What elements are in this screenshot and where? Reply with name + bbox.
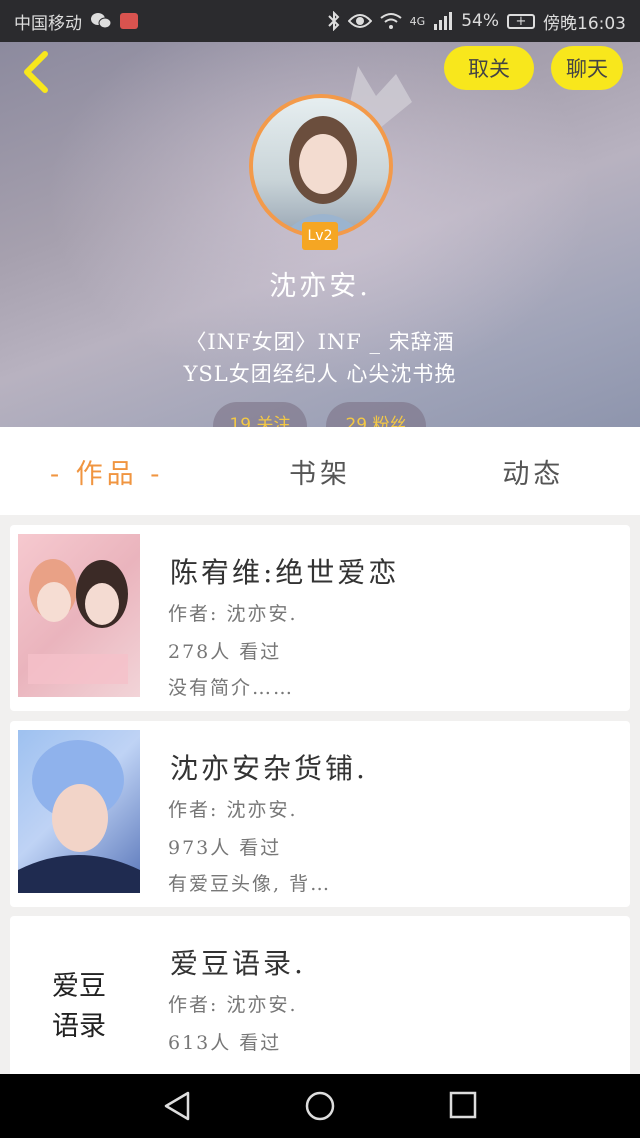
- battery-icon: +: [507, 13, 535, 29]
- tab-works[interactable]: - 作品 -: [0, 427, 213, 515]
- book-card[interactable]: 爱豆 语录 爱豆语录. 作者: 沈亦安. 613人 看过: [10, 916, 630, 1088]
- following-count[interactable]: 19 关注: [213, 402, 307, 427]
- book-description: 没有简介……: [168, 677, 295, 699]
- nickname: 沈亦安.: [269, 271, 371, 302]
- avatar-image: [283, 116, 363, 234]
- book-card[interactable]: 沈亦安杂货铺. 作者: 沈亦安. 973人 看过 有爱豆头像, 背…: [10, 721, 630, 907]
- mail-icon: [120, 13, 138, 29]
- book-title: 沈亦安杂货铺.: [170, 752, 368, 785]
- book-views: 613人 看过: [168, 1032, 282, 1054]
- nav-back-icon[interactable]: [162, 1090, 192, 1122]
- book-author: 作者: 沈亦安.: [168, 799, 298, 821]
- nav-recents-icon[interactable]: [448, 1090, 478, 1120]
- unfollow-button[interactable]: 取关: [444, 46, 534, 90]
- book-card[interactable]: 陈宥维:绝世爱恋 作者: 沈亦安. 278人 看过 没有简介……: [10, 525, 630, 711]
- bluetooth-icon: [327, 11, 340, 31]
- signal-icon: [433, 12, 453, 30]
- network-type: 4G: [409, 14, 426, 28]
- book-author: 作者: 沈亦安.: [168, 603, 298, 625]
- tab-activity[interactable]: 动态: [427, 427, 640, 515]
- nav-home-icon[interactable]: [304, 1090, 336, 1122]
- tab-bookshelf[interactable]: 书架: [213, 427, 426, 515]
- book-views: 278人 看过: [168, 641, 282, 663]
- bio-line-2: YSL女团经纪人 心尖沈书挽: [183, 362, 457, 386]
- back-button[interactable]: [14, 50, 58, 94]
- chat-button[interactable]: 聊天: [551, 46, 623, 90]
- book-cover: [18, 534, 140, 697]
- battery-percent: 54%: [461, 11, 499, 31]
- profile-tabs: - 作品 - 书架 动态: [0, 427, 640, 515]
- wechat-icon: [90, 12, 112, 30]
- cover-text-line-1: 爱豆: [52, 970, 106, 1002]
- carrier-label: 中国移动: [14, 13, 82, 34]
- book-cover: 爱豆 语录: [18, 925, 140, 1088]
- profile-header: 取关 聊天 Lv2 沈亦安. 〈INF女团〉INF _ 宋辞酒 YSL女团经纪人…: [0, 42, 640, 427]
- system-nav-bar: [0, 1074, 640, 1138]
- level-badge: Lv2: [302, 222, 338, 250]
- bio-line-1: 〈INF女团〉INF _ 宋辞酒: [185, 330, 455, 354]
- cover-text-line-2: 语录: [52, 1010, 106, 1042]
- book-views: 973人 看过: [168, 837, 282, 859]
- wifi-icon: [380, 12, 402, 30]
- eye-comfort-icon: [347, 13, 372, 29]
- fans-count[interactable]: 29 粉丝: [326, 402, 426, 427]
- book-author: 作者: 沈亦安.: [168, 994, 298, 1016]
- book-title: 陈宥维:绝世爱恋: [170, 556, 400, 589]
- book-description: 有爱豆头像, 背…: [168, 873, 332, 895]
- status-bar: 中国移动 4G 54% + 傍晚16:03: [0, 0, 640, 42]
- chevron-left-icon: [24, 51, 48, 93]
- avatar[interactable]: [249, 94, 393, 238]
- book-cover: [18, 730, 140, 893]
- book-title: 爱豆语录.: [170, 947, 306, 980]
- clock: 傍晚16:03: [543, 13, 626, 34]
